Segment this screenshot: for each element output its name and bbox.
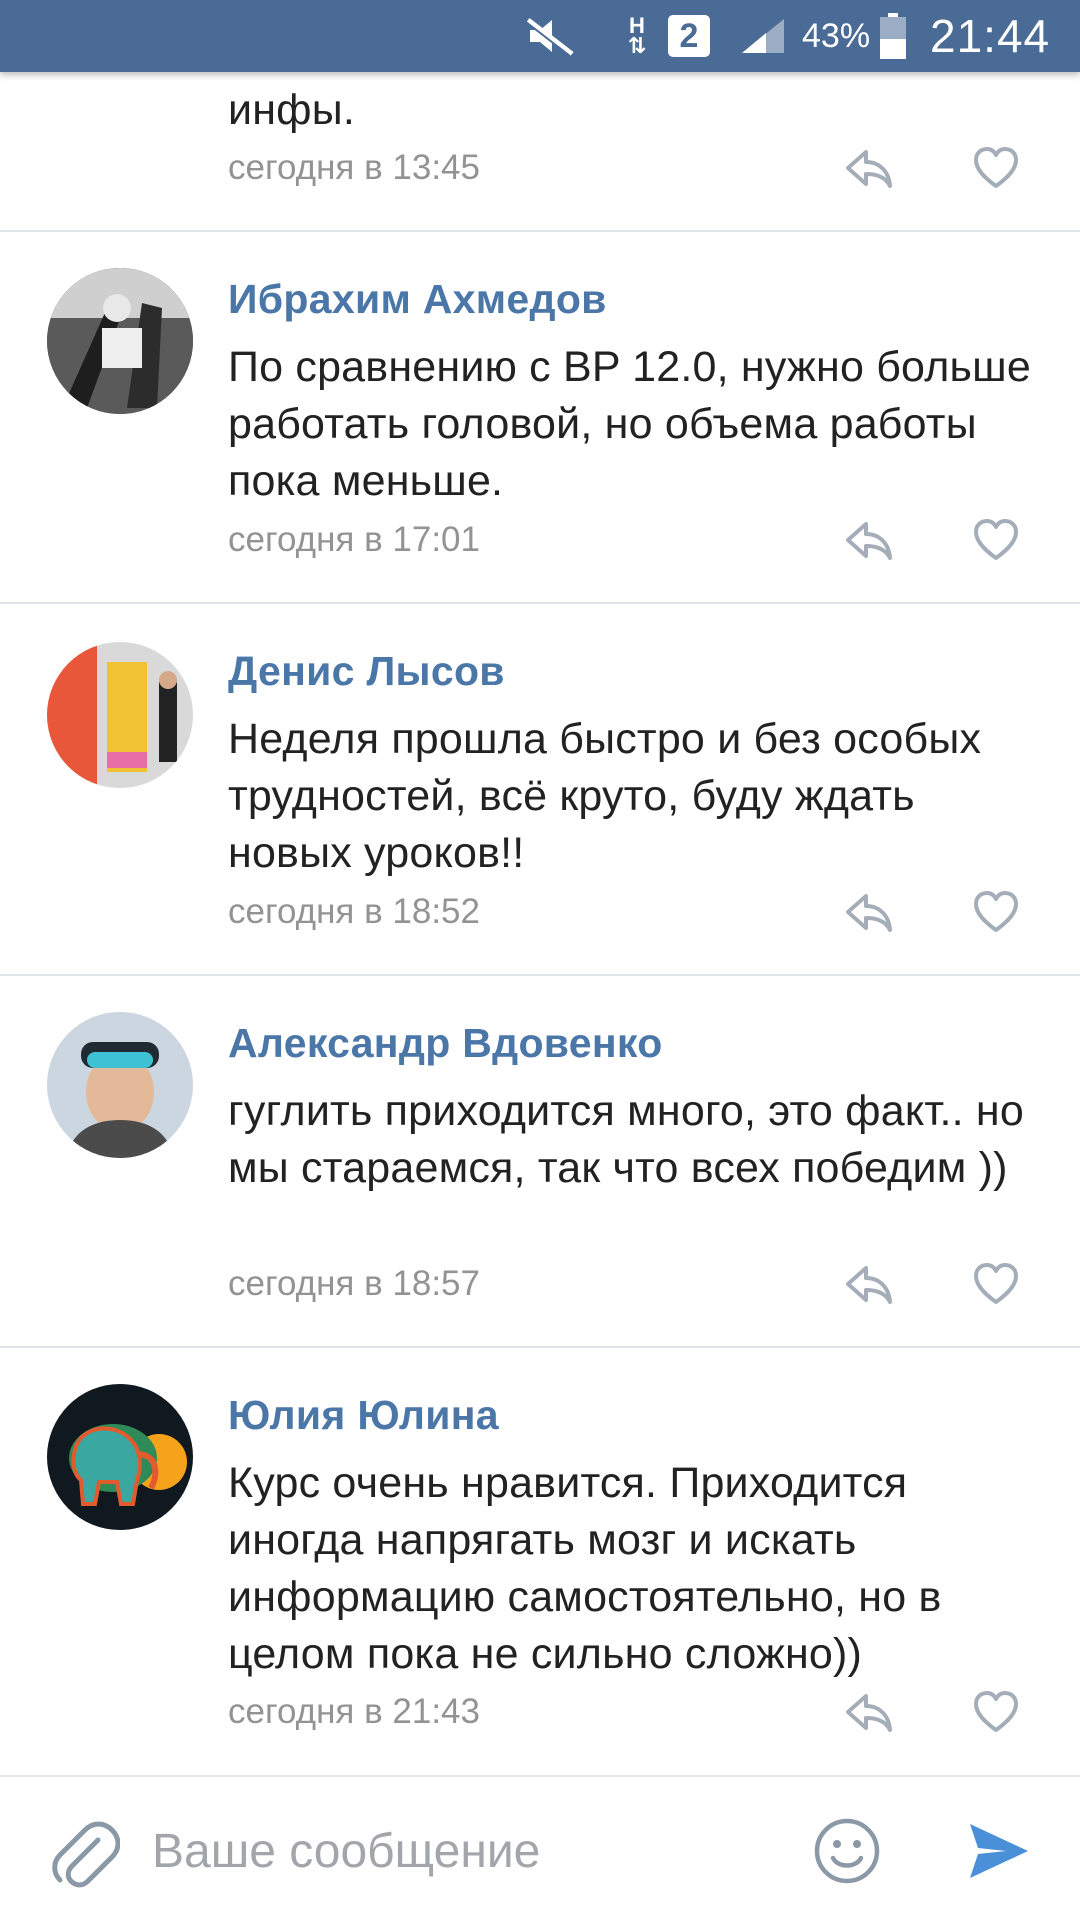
reply-icon[interactable] (842, 518, 894, 562)
sim-slot-badge: 2 (668, 15, 710, 57)
comment-time: сегодня в 13:45 (228, 148, 480, 187)
message-input[interactable] (150, 1815, 794, 1887)
comment-author[interactable]: Юлия Юлина (228, 1392, 499, 1439)
send-icon[interactable] (966, 1818, 1032, 1884)
paperclip-icon[interactable] (50, 1818, 121, 1890)
comment-item: Денис Лысов Неделя прошла быстро и без о… (0, 604, 1080, 974)
like-heart-icon[interactable] (972, 146, 1020, 190)
comment-author[interactable]: Ибрахим Ахмедов (228, 276, 607, 323)
comment-time: сегодня в 21:43 (228, 1692, 480, 1731)
sim-slot-label: 2 (679, 16, 699, 55)
like-heart-icon[interactable] (972, 1262, 1020, 1306)
comment-time: сегодня в 17:01 (228, 520, 480, 559)
avatar[interactable] (47, 1384, 193, 1530)
reply-icon[interactable] (842, 146, 894, 190)
comment-text: Курс очень нравится. Приходится иногда н… (228, 1459, 942, 1678)
like-heart-icon[interactable] (972, 1690, 1020, 1734)
comment-text: Неделя прошла быстро и без особых трудно… (228, 715, 982, 877)
clock: 21:44 (930, 10, 1051, 62)
like-heart-icon[interactable] (972, 518, 1020, 562)
comment-time: сегодня в 18:57 (228, 1264, 480, 1303)
avatar[interactable] (47, 1012, 193, 1158)
avatar[interactable] (47, 642, 193, 788)
battery-percent: 43% (802, 16, 871, 55)
mute-icon (524, 0, 582, 72)
comment-author[interactable]: Александр Вдовенко (228, 1020, 663, 1067)
reply-icon[interactable] (842, 890, 894, 934)
reply-icon[interactable] (842, 1690, 894, 1734)
comment-text: инфы. (228, 86, 355, 134)
comment-author[interactable]: Денис Лысов (228, 648, 505, 695)
network-type-indicator: H ⇅ (622, 0, 652, 72)
comment-item: Юлия Юлина Курс очень нравится. Приходит… (0, 1348, 1080, 1773)
comment-text: По сравнению с BP 12.0, нужно больше раб… (228, 343, 1031, 505)
comment-time: сегодня в 18:52 (228, 892, 480, 931)
status-bar: H ⇅ 2 43% 21:44 (0, 0, 1080, 72)
comment-item: Александр Вдовенко гуглить приходится мн… (0, 976, 1080, 1346)
battery-icon (880, 0, 906, 72)
reply-icon[interactable] (842, 1262, 894, 1306)
like-heart-icon[interactable] (972, 890, 1020, 934)
comment-text: гуглить приходится много, это факт.. но … (228, 1087, 1024, 1192)
signal-icon (740, 0, 784, 72)
emoji-icon[interactable] (812, 1816, 882, 1886)
avatar[interactable] (47, 268, 193, 414)
comment-item: Ибрахим Ахмедов По сравнению с BP 12.0, … (0, 232, 1080, 602)
data-arrows-icon: ⇅ (627, 33, 647, 58)
